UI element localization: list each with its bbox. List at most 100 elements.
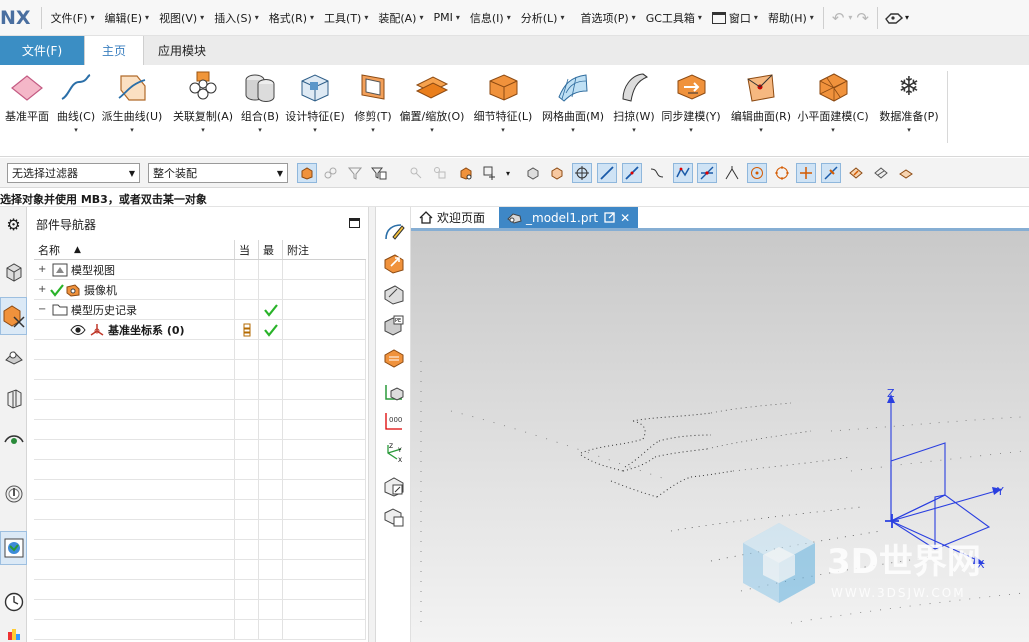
wcs-orient-icon[interactable] <box>381 379 407 405</box>
data-preparation-button[interactable]: ❄ 数据准备(P) ▾ <box>877 65 941 157</box>
expand-icon[interactable]: + <box>38 264 48 275</box>
edit-surface-button[interactable]: 编辑曲面(R) ▾ <box>730 65 792 157</box>
role-palette-icon[interactable] <box>0 625 27 642</box>
snap-quadrant-icon[interactable] <box>772 163 792 183</box>
menu-edit[interactable]: 编辑(E) ▾ <box>100 10 155 26</box>
detail-feature-button[interactable]: 细节特征(L) ▾ <box>472 65 534 157</box>
gear-icon[interactable]: ⚙ <box>0 207 27 241</box>
derived-curve-dropdown-icon[interactable]: ▾ <box>130 126 134 134</box>
menu-information[interactable]: 信息(I) ▾ <box>465 10 516 26</box>
point-snap-dropdown-icon[interactable] <box>480 163 500 183</box>
design-feature-dropdown-icon[interactable]: ▾ <box>313 126 317 134</box>
shaded-block-icon[interactable] <box>381 281 407 307</box>
snap-intersection-icon[interactable] <box>697 163 717 183</box>
offset-scale-dropdown-icon[interactable]: ▾ <box>430 126 434 134</box>
menu-insert[interactable]: 插入(S) ▾ <box>209 10 264 26</box>
history-palette-icon[interactable] <box>0 477 27 511</box>
select-component-icon[interactable] <box>456 163 476 183</box>
menu-format[interactable]: 格式(R) ▾ <box>264 10 319 26</box>
select-feature-icon[interactable] <box>297 163 317 183</box>
tree-row-model-history[interactable]: − 模型历史记录 <box>34 300 366 320</box>
hd3d-tools-icon[interactable] <box>0 381 27 415</box>
curve-dropdown-icon[interactable]: ▾ <box>74 126 78 134</box>
filter-options-icon[interactable] <box>370 163 390 183</box>
derived-curve-button[interactable]: 派生曲线(U) ▾ <box>100 65 164 157</box>
maximize-icon[interactable] <box>349 218 360 228</box>
undo-icon[interactable]: ↶ <box>828 9 849 27</box>
snap-arc-center-icon[interactable] <box>747 163 767 183</box>
redo-icon[interactable]: ↷ <box>852 9 873 27</box>
sketch-icon[interactable] <box>381 219 407 245</box>
sweep-dropdown-icon[interactable]: ▾ <box>632 126 636 134</box>
assembly-navigator-icon[interactable] <box>0 255 27 289</box>
design-feature-button[interactable]: 设计特征(E) ▾ <box>284 65 346 157</box>
column-name-header[interactable]: 名称 ▲ <box>34 240 235 259</box>
synchronous-modeling-dropdown-icon[interactable]: ▾ <box>689 126 693 134</box>
menu-window[interactable]: 窗口 ▾ <box>707 10 763 26</box>
trim-button[interactable]: 修剪(T) ▾ <box>352 65 394 157</box>
selection-scope-select[interactable]: 整个装配 ▼ <box>148 163 288 183</box>
facet-modeling-button[interactable]: 小平面建模(C) ▾ <box>797 65 869 157</box>
pmi-icon[interactable]: PE <box>381 312 407 338</box>
facet-modeling-dropdown-icon[interactable]: ▾ <box>831 126 835 134</box>
snap-control-icon[interactable] <box>647 163 667 183</box>
menu-assemblies[interactable]: 装配(A) ▾ <box>373 10 428 26</box>
tree-row-datum-csys[interactable]: 基准坐标系 (0) <box>34 320 366 340</box>
menu-gc-toolkit[interactable]: GC工具箱 ▾ <box>641 10 707 26</box>
snap-bounded-grid-icon[interactable] <box>871 163 891 183</box>
eye-icon[interactable] <box>70 324 86 336</box>
select-bodies-icon[interactable] <box>320 163 340 183</box>
reuse-library-icon[interactable] <box>0 339 27 373</box>
snap-mid-icon[interactable] <box>622 163 642 183</box>
tab-file[interactable]: 文件(F) <box>0 36 84 65</box>
menu-pmi[interactable]: PMI ▾ <box>428 11 464 24</box>
menu-help[interactable]: 帮助(H) ▾ <box>763 10 819 26</box>
snap-center-icon[interactable] <box>572 163 592 183</box>
checkmark-icon[interactable] <box>50 283 64 297</box>
menu-preferences[interactable]: 首选项(P) ▾ <box>575 10 640 26</box>
offset-scale-button[interactable]: 偏置/缩放(O) ▾ <box>398 65 466 157</box>
type-filter-select[interactable]: 无选择过滤器 ▼ <box>7 163 140 183</box>
sweep-button[interactable]: 扫掠(W) ▾ <box>611 65 657 157</box>
edit-surface-dropdown-icon[interactable]: ▾ <box>759 126 763 134</box>
datum-plane-button[interactable]: 基准平面 <box>4 65 50 157</box>
snap-existing-icon[interactable] <box>673 163 693 183</box>
graphics-window[interactable]: Z Y X 3D世界网 WWW.3DSJW.COM <box>411 231 1029 642</box>
csys-display-icon[interactable]: 000 <box>381 408 407 434</box>
tab-welcome-page[interactable]: 欢迎页面 <box>411 207 493 228</box>
snap-plane-icon[interactable] <box>896 163 916 183</box>
chevron-down-icon[interactable]: ▾ <box>503 163 513 183</box>
menu-tools[interactable]: 工具(T) ▾ <box>319 10 373 26</box>
undock-icon[interactable] <box>604 212 615 223</box>
panel-splitter[interactable] <box>368 207 376 642</box>
data-preparation-dropdown-icon[interactable]: ▾ <box>907 126 911 134</box>
tree-row-model-views[interactable]: + 模型视图 <box>34 260 366 280</box>
tab-model1[interactable]: _model1.prt ✕ <box>499 207 639 228</box>
select-solid-icon[interactable] <box>523 163 543 183</box>
touch-mode-icon[interactable]: ▾ <box>882 11 912 25</box>
snap-point-on-curve-icon[interactable] <box>821 163 841 183</box>
web-browser-icon[interactable] <box>0 423 27 457</box>
snap-point-on-icon[interactable] <box>796 163 816 183</box>
associative-copy-dropdown-icon[interactable]: ▾ <box>201 126 205 134</box>
menu-analysis[interactable]: 分析(L) ▾ <box>516 10 570 26</box>
mesh-surface-button[interactable]: 网格曲面(M) ▾ <box>540 65 606 157</box>
edit-object-display-icon[interactable] <box>381 473 407 499</box>
copy-display-icon[interactable] <box>381 504 407 530</box>
extrude-icon[interactable] <box>381 250 407 276</box>
expand-icon[interactable]: + <box>38 284 48 295</box>
column-latest-header[interactable]: 最 <box>259 240 283 259</box>
snap-object-icon[interactable] <box>430 163 450 183</box>
select-sheet-icon[interactable] <box>547 163 567 183</box>
column-note-header[interactable]: 附注 <box>283 240 366 259</box>
associative-copy-button[interactable]: 关联复制(A) ▾ <box>170 65 236 157</box>
menu-view[interactable]: 视图(V) ▾ <box>154 10 209 26</box>
menu-file[interactable]: 文件(F) ▾ <box>46 10 100 26</box>
filter-icon[interactable] <box>345 163 365 183</box>
tab-application-modules[interactable]: 应用模块 <box>144 36 220 65</box>
tab-home[interactable]: 主页 <box>84 36 144 65</box>
snap-point-icon[interactable] <box>406 163 426 183</box>
detail-feature-dropdown-icon[interactable]: ▾ <box>501 126 505 134</box>
tree-row-cameras[interactable]: + 摄像机 <box>34 280 366 300</box>
synchronous-modeling-button[interactable]: 同步建模(Y) ▾ <box>660 65 722 157</box>
